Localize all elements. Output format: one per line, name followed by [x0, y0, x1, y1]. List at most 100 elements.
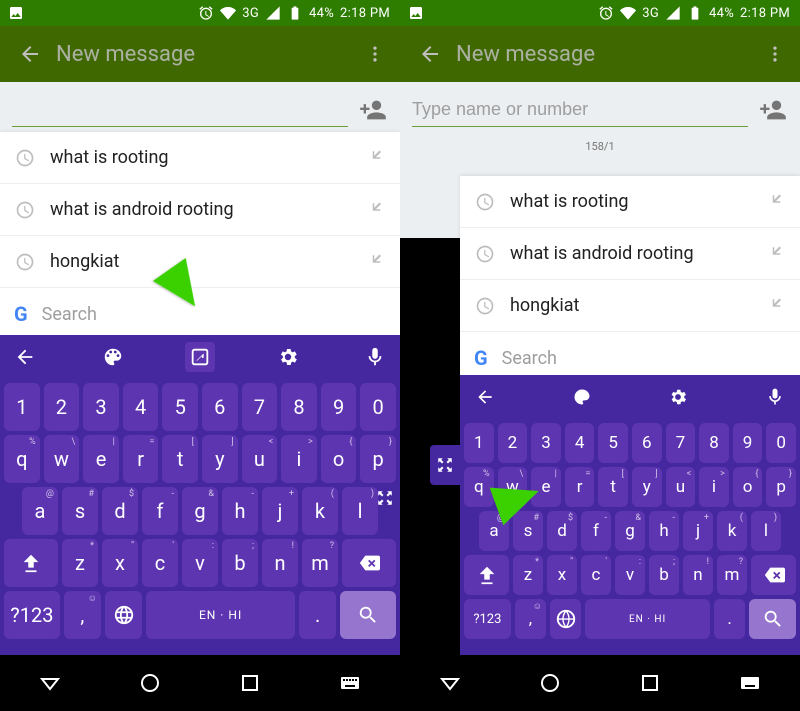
key-n[interactable]: !n	[683, 555, 713, 595]
kb-back-button[interactable]	[10, 342, 40, 372]
theme-icon[interactable]	[98, 342, 128, 372]
kb-back-button[interactable]	[470, 382, 500, 412]
suggestion-item[interactable]: what is rooting	[0, 132, 400, 184]
overflow-menu-button[interactable]	[760, 34, 790, 74]
key-e[interactable]: |e	[531, 467, 561, 507]
search-row[interactable]: G Search	[0, 288, 400, 340]
search-key[interactable]	[340, 591, 396, 639]
key-y[interactable]: ]y	[632, 467, 662, 507]
key-y[interactable]: ]y	[202, 435, 238, 483]
language-key[interactable]	[105, 591, 142, 639]
key-1[interactable]: 1	[464, 423, 494, 463]
expand-keyboard-icon[interactable]	[376, 489, 394, 511]
key-q[interactable]: %q	[4, 435, 40, 483]
space-key[interactable]: EN · HI	[585, 599, 710, 639]
key-b[interactable]: ;b	[649, 555, 679, 595]
period-key[interactable]: .	[299, 591, 336, 639]
key-d[interactable]: $d	[102, 487, 138, 535]
suggestion-item[interactable]: what is rooting	[460, 176, 800, 228]
one-handed-mode-icon[interactable]	[185, 342, 215, 372]
mic-icon[interactable]	[360, 342, 390, 372]
key-f[interactable]: -f	[581, 511, 611, 551]
search-key[interactable]	[749, 599, 796, 639]
nav-recent-button[interactable]	[625, 663, 675, 703]
space-key[interactable]: EN · HI	[146, 591, 295, 639]
key-r[interactable]: =r	[123, 435, 159, 483]
mic-icon[interactable]	[760, 382, 790, 412]
key-z[interactable]: *z	[62, 539, 98, 587]
symbols-key[interactable]: ?123	[464, 599, 511, 639]
period-key[interactable]: .	[714, 599, 745, 639]
key-9[interactable]: 9	[321, 383, 357, 431]
suggestion-item[interactable]: hongkiat	[460, 280, 800, 332]
key-3[interactable]: 3	[531, 423, 561, 463]
key-o[interactable]: {o	[733, 467, 763, 507]
key-o[interactable]: {o	[321, 435, 357, 483]
nav-home-button[interactable]	[525, 663, 575, 703]
recipient-input[interactable]	[12, 93, 348, 127]
key-7[interactable]: 7	[242, 383, 278, 431]
key-p[interactable]: }p	[360, 435, 396, 483]
key-1[interactable]: 1	[4, 383, 40, 431]
key-i[interactable]: >i	[699, 467, 729, 507]
suggestion-item[interactable]: hongkiat	[0, 236, 400, 288]
key-6[interactable]: 6	[632, 423, 662, 463]
key-e[interactable]: |e	[83, 435, 119, 483]
key-v[interactable]: :v	[182, 539, 218, 587]
key-u[interactable]: <u	[666, 467, 696, 507]
key-x[interactable]: "x	[547, 555, 577, 595]
key-3[interactable]: 3	[83, 383, 119, 431]
key-m[interactable]: ?m	[717, 555, 747, 595]
key-5[interactable]: 5	[162, 383, 198, 431]
key-u[interactable]: <u	[242, 435, 278, 483]
insert-arrow-icon[interactable]	[364, 199, 386, 221]
nav-home-button[interactable]	[125, 663, 175, 703]
key-g[interactable]: &g	[182, 487, 218, 535]
key-2[interactable]: 2	[498, 423, 528, 463]
key-x[interactable]: "x	[102, 539, 138, 587]
key-t[interactable]: [t	[162, 435, 198, 483]
suggestion-item[interactable]: what is android rooting	[0, 184, 400, 236]
key-p[interactable]: }p	[766, 467, 796, 507]
key-s[interactable]: #s	[62, 487, 98, 535]
recipient-input[interactable]	[412, 93, 748, 127]
key-c[interactable]: 'c	[581, 555, 611, 595]
key-r[interactable]: =r	[565, 467, 595, 507]
key-g[interactable]: &g	[615, 511, 645, 551]
key-v[interactable]: :v	[615, 555, 645, 595]
key-9[interactable]: 9	[733, 423, 763, 463]
nav-keyboard-button[interactable]	[725, 663, 775, 703]
key-6[interactable]: 6	[202, 383, 238, 431]
nav-recent-button[interactable]	[225, 663, 275, 703]
nav-back-button[interactable]	[425, 663, 475, 703]
comma-key[interactable]: ☺,	[64, 591, 101, 639]
insert-arrow-icon[interactable]	[764, 243, 786, 265]
key-h[interactable]: -h	[222, 487, 258, 535]
key-f[interactable]: -f	[142, 487, 178, 535]
insert-arrow-icon[interactable]	[364, 251, 386, 273]
insert-arrow-icon[interactable]	[764, 191, 786, 213]
expand-keyboard-button[interactable]	[430, 445, 460, 485]
key-4[interactable]: 4	[565, 423, 595, 463]
key-h[interactable]: -h	[649, 511, 679, 551]
overflow-menu-button[interactable]	[360, 34, 390, 74]
symbols-key[interactable]: ?123	[4, 591, 60, 639]
backspace-key[interactable]	[342, 539, 396, 587]
key-w[interactable]: \w	[498, 467, 528, 507]
key-0[interactable]: 0	[766, 423, 796, 463]
key-k[interactable]: (k	[302, 487, 338, 535]
back-button[interactable]	[410, 34, 450, 74]
insert-arrow-icon[interactable]	[364, 147, 386, 169]
back-button[interactable]	[10, 34, 50, 74]
key-l[interactable]: )l	[751, 511, 781, 551]
language-key[interactable]	[550, 599, 581, 639]
key-a[interactable]: @a	[22, 487, 58, 535]
key-8[interactable]: 8	[699, 423, 729, 463]
key-b[interactable]: ;b	[222, 539, 258, 587]
key-s[interactable]: #s	[513, 511, 543, 551]
key-j[interactable]: +j	[683, 511, 713, 551]
key-2[interactable]: 2	[44, 383, 80, 431]
key-l[interactable]: )l	[342, 487, 378, 535]
add-contact-button[interactable]	[358, 95, 388, 125]
key-d[interactable]: $d	[547, 511, 577, 551]
